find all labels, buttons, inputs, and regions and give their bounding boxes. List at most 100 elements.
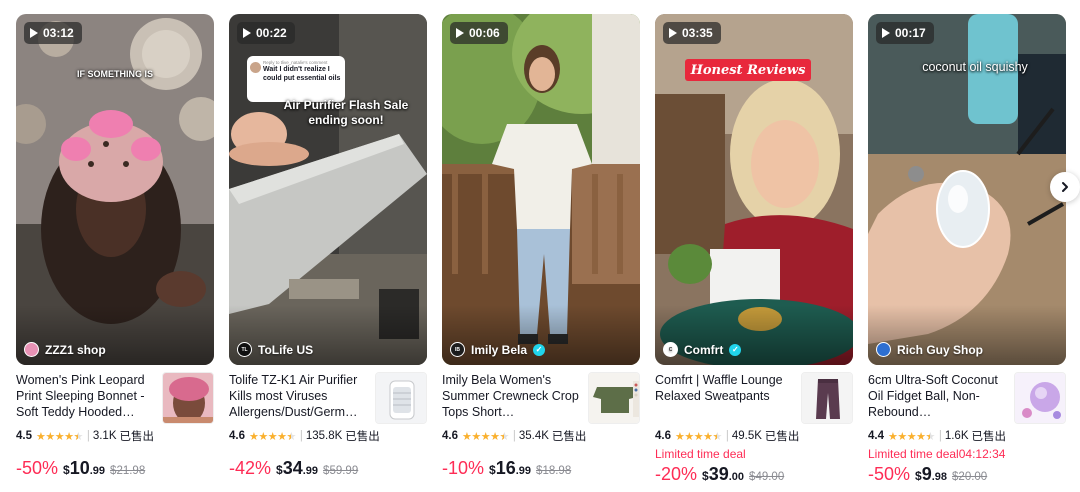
play-icon bbox=[30, 28, 38, 38]
sold-count: 1.6K bbox=[944, 430, 969, 442]
video-thumbnail[interactable]: Reply to tlive_natalie's comment Wait I … bbox=[229, 14, 427, 365]
shop-avatar: IB bbox=[450, 342, 465, 357]
rating-row: 4.6 ★★★★★ | 135.8K 已售出 bbox=[229, 428, 380, 444]
video-duration-badge: 03:35 bbox=[663, 22, 721, 44]
shop-name: ZZZ1 shop bbox=[45, 342, 106, 357]
video-duration-badge: 00:17 bbox=[876, 22, 934, 44]
star-icon: ★★★★★ bbox=[36, 430, 83, 443]
video-caption: Honest Reviews bbox=[690, 63, 806, 78]
shop-name: Rich Guy Shop bbox=[897, 342, 984, 357]
sold-count: 35.4K bbox=[518, 430, 549, 442]
star-icon: ★★★★★ bbox=[462, 430, 509, 443]
discount-percent: -50% bbox=[868, 464, 911, 484]
shop-link[interactable]: C Comfrt ✓ bbox=[663, 342, 742, 357]
video-duration-badge: 00:22 bbox=[237, 22, 295, 44]
discount-percent: -10% bbox=[442, 458, 485, 478]
video-duration: 03:12 bbox=[43, 26, 74, 40]
shop-name: ToLife US bbox=[258, 342, 314, 357]
product-info: Tolife TZ-K1 Air Purifier Kills most Vir… bbox=[229, 372, 427, 492]
product-title[interactable]: Women's Pink Leopard Print Sleeping Bonn… bbox=[16, 372, 154, 422]
rating-value: 4.6 bbox=[442, 430, 458, 442]
price-cents: .99 bbox=[89, 465, 106, 477]
price-row: -10% $ 16 .99 $18.98 bbox=[442, 458, 571, 479]
shop-name: Comfrt bbox=[684, 342, 724, 357]
sold-label: 已售出 bbox=[345, 431, 380, 443]
price-whole: 16 bbox=[495, 458, 516, 478]
play-icon bbox=[456, 28, 464, 38]
shop-link[interactable]: ZZZ1 shop bbox=[24, 342, 106, 357]
video-caption: coconut oil squishy bbox=[922, 60, 1028, 74]
video-thumbnail[interactable]: Honest Reviews 03:35 C Comfrt ✓ bbox=[655, 14, 853, 365]
limited-time-deal: Limited time deal04:12:34 bbox=[868, 447, 1005, 461]
currency: $ bbox=[702, 469, 709, 483]
video-card: coconut oil squishy 00:17 Rich Guy Shop … bbox=[868, 14, 1066, 492]
shop-avatar bbox=[24, 342, 39, 357]
video-card: Honest Reviews 03:35 C Comfrt ✓ Comfrt |… bbox=[655, 14, 853, 492]
video-duration: 00:06 bbox=[469, 26, 500, 40]
product-thumbnail[interactable] bbox=[801, 372, 853, 424]
product-thumbnail[interactable] bbox=[1014, 372, 1066, 424]
sold-count: 3.1K bbox=[92, 430, 117, 442]
product-title[interactable]: Comfrt | Waffle Lounge Relaxed Sweatpant… bbox=[655, 372, 793, 422]
discount-percent: -20% bbox=[655, 464, 698, 484]
verified-badge-icon: ✓ bbox=[533, 343, 546, 356]
shop-avatar: TL bbox=[237, 342, 252, 357]
shop-link[interactable]: IB Imily Bela ✓ bbox=[450, 342, 546, 357]
price-whole: 34 bbox=[282, 458, 303, 478]
product-thumbnail[interactable] bbox=[162, 372, 214, 424]
original-price: $21.98 bbox=[110, 465, 146, 477]
video-duration: 00:22 bbox=[256, 26, 287, 40]
product-title[interactable]: Tolife TZ-K1 Air Purifier Kills most Vir… bbox=[229, 372, 367, 422]
sold-label: 已售出 bbox=[764, 431, 800, 443]
price-whole: 39 bbox=[708, 464, 729, 484]
star-icon: ★★★★★ bbox=[888, 430, 935, 443]
rating-value: 4.5 bbox=[16, 430, 32, 442]
video-card: Reply to tlive_natalie's comment Wait I … bbox=[229, 14, 427, 492]
sold-label: 已售出 bbox=[971, 431, 1007, 443]
comment-avatar bbox=[250, 62, 261, 73]
chevron-right-icon bbox=[1062, 182, 1068, 192]
price-row: -20% $ 39 .00 $49.00 bbox=[655, 464, 784, 485]
shop-link[interactable]: TL ToLife US bbox=[237, 342, 313, 357]
price-cents: .98 bbox=[931, 471, 948, 483]
limited-time-deal: Limited time deal bbox=[655, 447, 746, 461]
rating-row: 4.4 ★★★★★ | 1.6K 已售出 bbox=[868, 428, 1006, 444]
comment-text: Wait I didn't realize I could put essent… bbox=[263, 66, 341, 82]
video-thumbnail[interactable]: coconut oil squishy 00:17 Rich Guy Shop bbox=[868, 14, 1066, 365]
carousel-next-button[interactable] bbox=[1050, 172, 1080, 202]
video-product-carousel: IF SOMETHING IS 03:12 ZZZ1 shop Women's … bbox=[16, 14, 1080, 492]
price-whole: 10 bbox=[69, 458, 90, 478]
product-info: Women's Pink Leopard Print Sleeping Bonn… bbox=[16, 372, 214, 492]
product-thumbnail[interactable] bbox=[375, 372, 427, 424]
discount-percent: -42% bbox=[229, 458, 272, 478]
star-icon: ★★★★★ bbox=[675, 430, 722, 443]
product-title[interactable]: 6cm Ultra-Soft Coconut Oil Fidget Ball, … bbox=[868, 372, 1006, 422]
rating-value: 4.6 bbox=[655, 430, 671, 442]
shop-link[interactable]: Rich Guy Shop bbox=[876, 342, 983, 357]
original-price: $18.98 bbox=[536, 465, 572, 477]
currency: $ bbox=[489, 463, 496, 477]
rating-row: 4.6 ★★★★★ | 49.5K 已售出 bbox=[655, 428, 799, 444]
video-duration: 00:17 bbox=[895, 26, 926, 40]
product-thumbnail[interactable] bbox=[588, 372, 640, 424]
video-duration-badge: 00:06 bbox=[450, 22, 508, 44]
deal-countdown: 04:12:34 bbox=[958, 447, 1006, 461]
play-icon bbox=[243, 28, 251, 38]
rating-row: 4.5 ★★★★★ | 3.1K 已售出 bbox=[16, 428, 154, 444]
price-whole: 9 bbox=[921, 464, 932, 484]
play-icon bbox=[669, 28, 677, 38]
product-title[interactable]: Imily Bela Women's Summer Crewneck Crop … bbox=[442, 372, 580, 422]
currency: $ bbox=[63, 463, 70, 477]
sold-count: 49.5K bbox=[731, 430, 762, 442]
rating-value: 4.6 bbox=[229, 430, 245, 442]
original-price: $20.00 bbox=[952, 471, 988, 483]
verified-badge-icon: ✓ bbox=[729, 343, 742, 356]
price-cents: .00 bbox=[728, 471, 745, 483]
video-thumbnail[interactable]: 00:06 IB Imily Bela ✓ bbox=[442, 14, 640, 365]
discount-percent: -50% bbox=[16, 458, 59, 478]
original-price: $59.99 bbox=[323, 465, 359, 477]
video-thumbnail[interactable]: IF SOMETHING IS 03:12 ZZZ1 shop bbox=[16, 14, 214, 365]
video-caption: IF SOMETHING IS bbox=[76, 69, 153, 79]
shop-avatar bbox=[876, 342, 891, 357]
comment-reply-label: Reply to tlive_natalie's comment bbox=[263, 60, 328, 65]
